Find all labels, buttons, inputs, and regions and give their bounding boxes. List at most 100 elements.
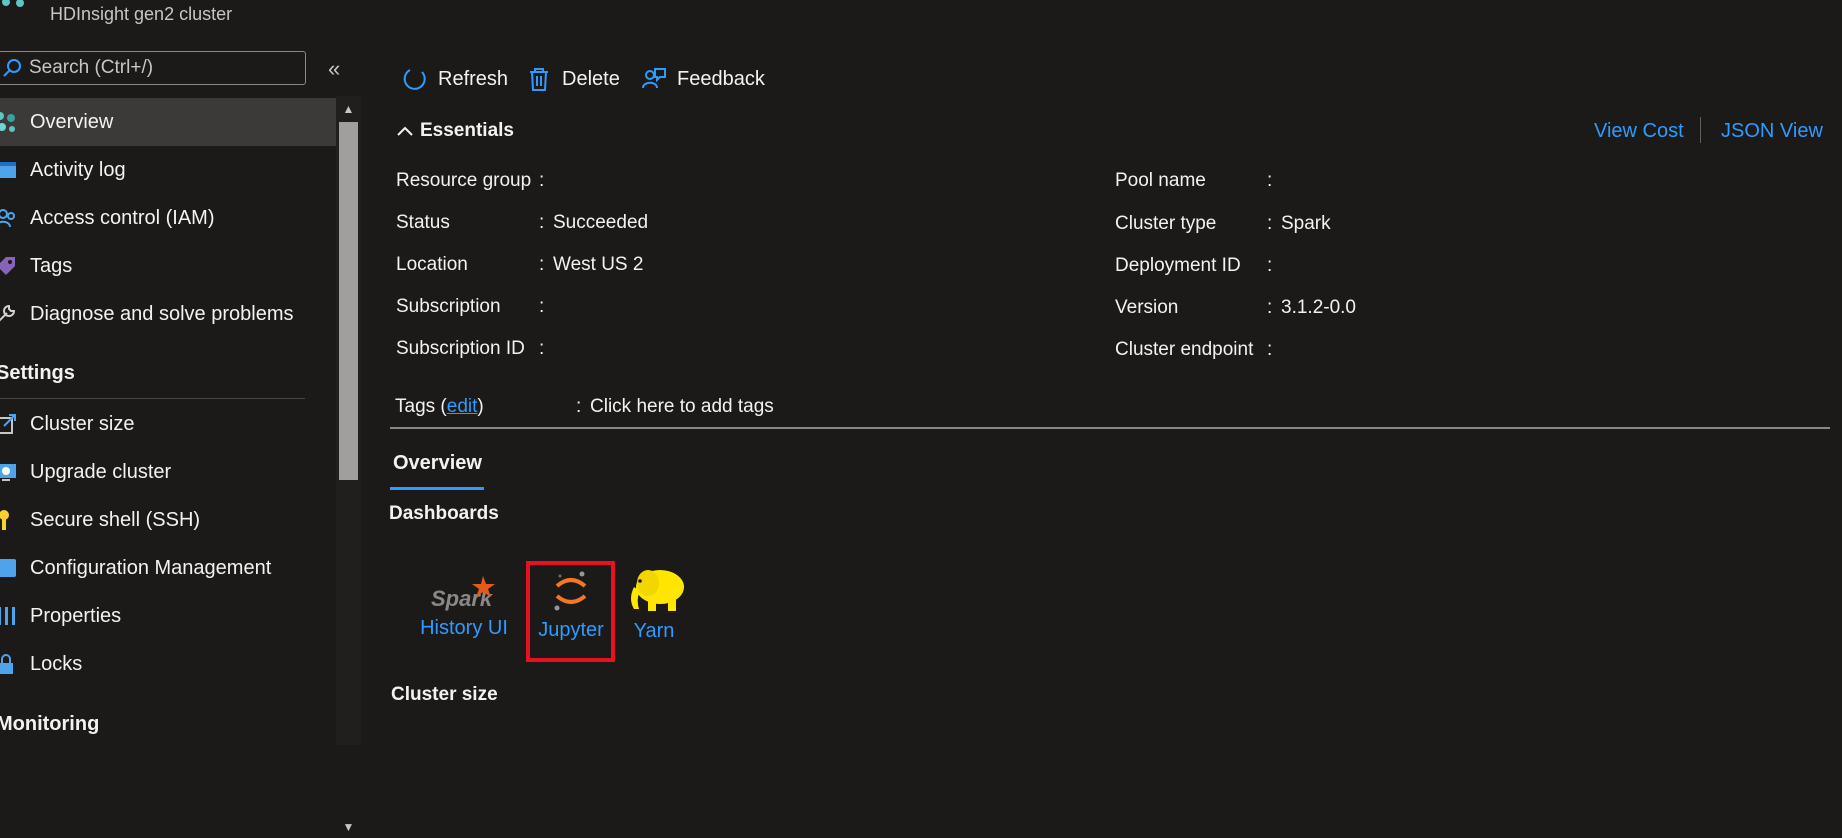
sidebar-item-label: Tags — [30, 254, 73, 277]
resize-icon — [0, 414, 16, 434]
sidebar-item-locks[interactable]: Locks — [0, 640, 336, 688]
prop-label-deployment-id: Deployment ID — [1115, 255, 1241, 276]
dashboard-history-ui[interactable]: Spark History UI — [420, 572, 508, 640]
page-subtitle: HDInsight gen2 cluster — [50, 4, 233, 24]
dashboard-jupyter[interactable]: Jupyter — [530, 568, 612, 642]
scroll-up-arrow-icon[interactable]: ▲ — [336, 98, 361, 120]
search-input[interactable]: Search (Ctrl+/) — [0, 51, 306, 85]
key-icon — [0, 510, 9, 530]
prop-colon: : — [1267, 297, 1273, 318]
tag-icon — [0, 257, 15, 275]
tab-active-indicator — [390, 487, 484, 490]
cluster-size-heading: Cluster size — [391, 684, 498, 705]
refresh-label: Refresh — [438, 67, 509, 90]
trash-icon — [530, 68, 548, 91]
view-cost-link[interactable]: View Cost — [1594, 120, 1684, 143]
sidebar-item-diagnose[interactable]: Diagnose and solve problems — [0, 290, 336, 338]
refresh-icon — [403, 69, 426, 90]
refresh-button[interactable]: Refresh — [402, 66, 508, 92]
essentials-title: Essentials — [420, 120, 514, 141]
json-view-link[interactable]: JSON View — [1721, 120, 1823, 143]
prop-label-version: Version — [1115, 297, 1179, 318]
sidebar-item-overview[interactable]: Overview — [0, 98, 336, 146]
prop-label-cluster-endpoint: Cluster endpoint — [1115, 339, 1254, 360]
prop-colon: : — [539, 296, 545, 317]
sidebar-item-properties[interactable]: Properties — [0, 592, 336, 640]
prop-label-cluster-type: Cluster type — [1115, 213, 1217, 234]
config-icon — [0, 559, 16, 577]
hdinsight-logo-icon — [2, 0, 24, 7]
sidebar-item-configuration-management[interactable]: Configuration Management — [0, 544, 336, 592]
divider — [0, 398, 305, 399]
prop-colon: : — [539, 254, 545, 275]
prop-colon: : — [539, 170, 545, 191]
sidebar-scrollbar[interactable]: ▲ ▼ — [336, 96, 361, 834]
essentials-divider — [390, 427, 1830, 429]
sidebar-item-label: Activity log — [30, 158, 126, 181]
search-placeholder: Search (Ctrl+/) — [29, 57, 154, 78]
tab-overview[interactable]: Overview — [393, 452, 482, 475]
prop-label-status: Status — [396, 212, 450, 233]
wrench-icon — [0, 304, 16, 322]
upgrade-icon — [0, 464, 16, 481]
essentials-toggle[interactable]: Essentials — [396, 120, 514, 142]
prop-colon: : — [576, 396, 582, 417]
sidebar-item-activity-log[interactable]: Activity log — [0, 146, 336, 194]
add-tags-link[interactable]: Click here to add tags — [590, 396, 774, 418]
prop-value-version: 3.1.2-0.0 — [1281, 297, 1356, 318]
dashboards-heading: Dashboards — [389, 503, 499, 524]
tags-label: Tags (edit) — [395, 396, 484, 417]
sidebar-item-label: Overview — [30, 110, 114, 133]
prop-colon: : — [1267, 255, 1273, 276]
prop-label-pool-name: Pool name — [1115, 170, 1206, 191]
dashboard-yarn[interactable]: Yarn — [624, 565, 684, 643]
dashboard-label: Yarn — [633, 620, 675, 642]
divider — [1700, 117, 1701, 143]
prop-colon: : — [1267, 213, 1273, 234]
prop-label-subscription: Subscription — [396, 296, 501, 317]
prop-colon: : — [1267, 339, 1273, 360]
dashboard-label: History UI — [420, 617, 508, 639]
prop-value-cluster-type: Spark — [1281, 213, 1331, 234]
delete-button[interactable]: Delete — [526, 66, 620, 92]
sidebar-item-iam[interactable]: Access control (IAM) — [0, 194, 336, 242]
jupyter-logo-icon — [554, 571, 587, 611]
delete-label: Delete — [562, 67, 620, 90]
sidebar-item-tags[interactable]: Tags — [0, 242, 336, 290]
hadoop-elephant-icon — [631, 570, 684, 611]
iam-icon — [0, 209, 15, 228]
tags-edit-link[interactable]: edit — [447, 396, 478, 417]
sidebar-item-label: Diagnose and solve problems — [30, 302, 294, 325]
prop-value-status: Succeeded — [553, 212, 649, 233]
sidebar-item-label: Properties — [30, 604, 122, 627]
sidebar-item-ssh[interactable]: Secure shell (SSH) — [0, 496, 336, 544]
monitoring-section-header: Monitoring — [0, 713, 100, 735]
settings-section-header: Settings — [0, 362, 75, 384]
scrollbar-thumb[interactable] — [339, 122, 358, 480]
chevron-up-icon — [397, 126, 413, 136]
collapse-sidebar-button[interactable]: « — [328, 56, 340, 82]
activity-log-icon — [0, 162, 16, 178]
prop-colon: : — [539, 212, 545, 233]
prop-colon: : — [539, 338, 545, 359]
prop-label-resource-group: Resource group — [396, 170, 532, 191]
scroll-down-arrow-icon[interactable]: ▼ — [336, 816, 361, 838]
feedback-label: Feedback — [677, 67, 765, 90]
dashboard-label: Jupyter — [538, 619, 604, 641]
sidebar-item-label: Locks — [30, 652, 83, 675]
feedback-icon — [642, 68, 666, 89]
lock-icon — [0, 654, 13, 674]
sidebar-item-label: Access control (IAM) — [30, 206, 215, 229]
prop-label-location: Location — [396, 254, 468, 275]
cluster-icon — [0, 112, 15, 132]
prop-colon: : — [1267, 170, 1273, 191]
properties-icon — [0, 607, 15, 625]
sidebar-item-label: Configuration Management — [30, 556, 272, 579]
sidebar-item-upgrade-cluster[interactable]: Upgrade cluster — [0, 448, 336, 496]
sidebar-item-label: Cluster size — [30, 412, 135, 435]
sidebar-item-cluster-size[interactable]: Cluster size — [0, 400, 336, 448]
feedback-button[interactable]: Feedback — [641, 66, 765, 92]
prop-value-location: West US 2 — [553, 254, 644, 275]
sidebar-item-label: Secure shell (SSH) — [30, 508, 201, 531]
spark-logo-icon: Spark — [431, 576, 495, 611]
